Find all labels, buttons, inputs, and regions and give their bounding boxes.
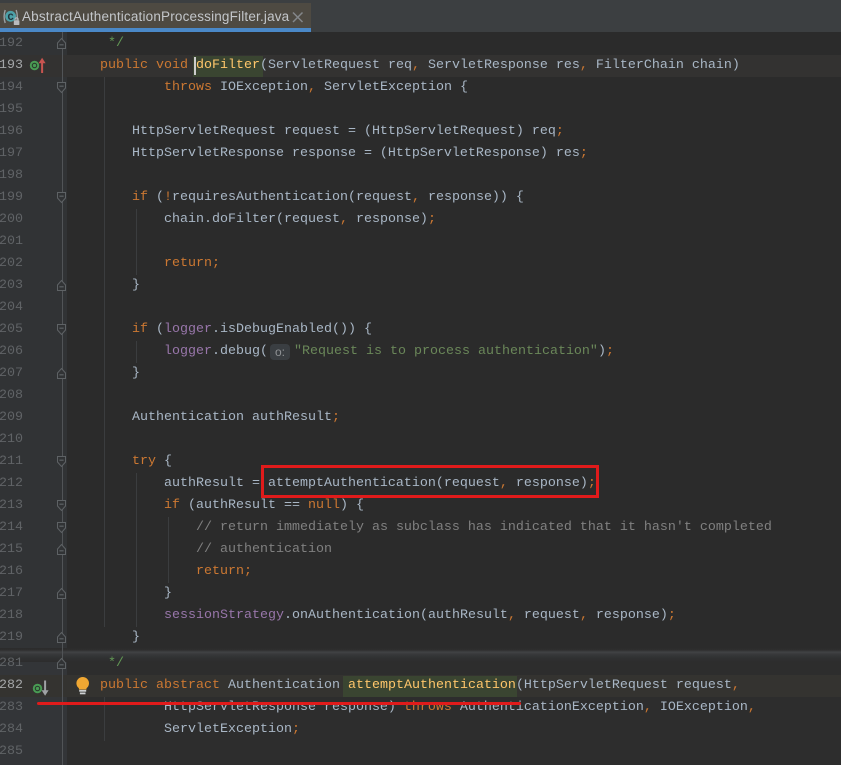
svg-text:C: C (7, 12, 14, 24)
